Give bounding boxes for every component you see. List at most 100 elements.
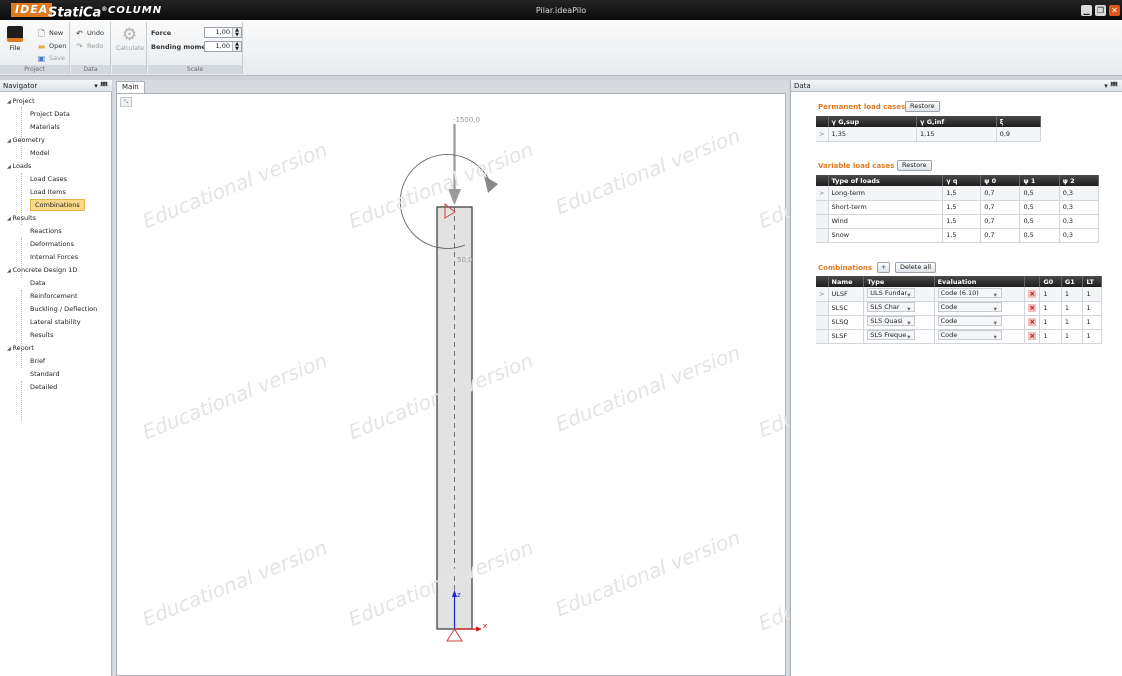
combination-name-cell[interactable]: SLSF	[828, 329, 865, 344]
combination-evaluation-select[interactable]: Code ▾	[937, 302, 1002, 312]
tree-item[interactable]: Standard	[30, 368, 60, 380]
row-selector[interactable]	[816, 329, 829, 344]
coefficient-cell[interactable]: 1	[1082, 301, 1102, 316]
table-row[interactable]: Short-term 1,5 0,7 0,5 0,3	[816, 200, 1100, 215]
table-cell[interactable]: Snow	[828, 228, 944, 243]
restore-variable-button[interactable]: Restore	[897, 160, 932, 171]
table-cell[interactable]: 0,7	[980, 214, 1021, 229]
coefficient-cell[interactable]: 1	[1039, 329, 1062, 344]
tree-item[interactable]: Materials	[30, 121, 60, 133]
tree-item[interactable]: Model	[30, 147, 50, 159]
coefficient-cell[interactable]: 1	[1039, 301, 1062, 316]
tree-group[interactable]: ◢ Loads	[7, 160, 31, 172]
row-selector[interactable]	[816, 214, 829, 229]
tree-group[interactable]: ◢ Geometry	[7, 134, 45, 146]
calculate-button[interactable]: ⚙ Calculate	[116, 25, 144, 52]
pin-icon[interactable]: ▾ ᚙ	[1104, 80, 1118, 92]
table-row[interactable]: SLSC SLS Char ▾ Code ▾ × 1 1 1	[816, 301, 1102, 316]
table-cell[interactable]: 0,9	[996, 127, 1042, 142]
table-cell[interactable]: Short-term	[828, 200, 944, 215]
table-cell[interactable]: 1,5	[942, 228, 982, 243]
save-button[interactable]: ▣ Save	[37, 53, 65, 63]
tree-item[interactable]: Reactions	[30, 225, 62, 237]
table-cell[interactable]: 1,5	[942, 214, 982, 229]
maximize-button[interactable]: ❐	[1095, 5, 1106, 16]
file-button[interactable]: File	[4, 24, 26, 60]
combination-type-select[interactable]: SLS Quasi ▾	[867, 316, 916, 326]
table-cell[interactable]: 1,5	[942, 200, 982, 215]
moment-scale-input[interactable]: 1,00 ▲ ▼	[204, 41, 242, 52]
table-cell[interactable]: 0,7	[980, 228, 1021, 243]
table-row[interactable]: > Long-term 1,5 0,7 0,5 0,3	[816, 186, 1100, 201]
tree-group[interactable]: ◢ Concrete Design 1D	[7, 264, 77, 276]
column-header[interactable]: Evaluation	[934, 276, 1026, 287]
delete-all-button[interactable]: Delete all	[895, 262, 937, 273]
column-header[interactable]: Type of loads	[828, 175, 944, 186]
table-cell[interactable]: 1,35	[828, 127, 918, 142]
column-header[interactable]: γ G,sup	[828, 116, 918, 127]
table-cell[interactable]: 0,5	[1019, 228, 1060, 243]
tree-item[interactable]: Deformations	[30, 238, 74, 250]
row-selector[interactable]: >	[816, 127, 829, 142]
restore-permanent-button[interactable]: Restore	[905, 101, 940, 112]
coefficient-cell[interactable]: 1	[1039, 287, 1062, 302]
table-cell[interactable]: 0,5	[1019, 214, 1060, 229]
redo-button[interactable]: ↷ Redo	[75, 41, 103, 51]
combination-type-select[interactable]: ULS Fundar▾	[867, 287, 916, 298]
column-header[interactable]: LT	[1082, 276, 1102, 287]
tree-item[interactable]: Combinations	[30, 199, 85, 211]
tree-item[interactable]: Data	[30, 277, 46, 289]
combination-type-select[interactable]: SLS Freque▾	[867, 330, 916, 340]
add-combination-button[interactable]: +	[877, 262, 891, 273]
spin-arrows-icon[interactable]: ▲ ▼	[232, 28, 241, 37]
row-selector[interactable]	[816, 301, 829, 316]
row-selector[interactable]	[816, 228, 829, 243]
tree-item[interactable]: Detailed	[30, 381, 57, 393]
pin-icon[interactable]: ▾ ᚙ	[94, 80, 108, 92]
table-row[interactable]: SLSQ SLS Quasi ▾ Code ▾ × 1 1 1	[816, 315, 1102, 330]
combination-name-cell[interactable]: SLSQ	[828, 315, 865, 330]
table-cell[interactable]: 0,3	[1059, 200, 1100, 215]
tree-item[interactable]: Brief	[30, 355, 45, 367]
combination-evaluation-select[interactable]: Code ▾	[937, 330, 1002, 340]
model-canvas[interactable]: ⤡ -1500,0 50,0 z x Educational version Ed…	[116, 93, 947, 676]
table-cell[interactable]: 1,15	[916, 127, 997, 142]
delete-row-icon[interactable]: ×	[1028, 318, 1037, 326]
table-cell[interactable]: 0,3	[1059, 186, 1100, 201]
row-selector[interactable]: >	[816, 186, 829, 201]
table-cell[interactable]: 0,5	[1019, 186, 1060, 201]
table-cell[interactable]: 0,7	[980, 186, 1021, 201]
table-row[interactable]: > ULSF ULS Fundar▾ Code (6.10) ▾ × 1 1 1	[816, 287, 1102, 302]
coefficient-cell[interactable]: 1	[1082, 329, 1102, 344]
column-header[interactable]: γ G,inf	[916, 116, 997, 127]
row-selector[interactable]: >	[816, 287, 829, 302]
column-header[interactable]: Name	[828, 276, 865, 287]
coefficient-cell[interactable]: 1	[1061, 287, 1084, 302]
table-cell[interactable]: Wind	[828, 214, 944, 229]
combination-type-select[interactable]: SLS Char ▾	[867, 302, 916, 312]
combination-evaluation-select[interactable]: Code ▾	[937, 316, 1002, 326]
table-cell[interactable]: 0,3	[1059, 214, 1100, 229]
tree-item[interactable]: Lateral stability	[30, 316, 81, 328]
tree-item[interactable]: Reinforcement	[30, 290, 78, 302]
combination-evaluation-select[interactable]: Code (6.10) ▾	[937, 287, 1002, 298]
force-scale-input[interactable]: 1,00 ▲ ▼	[204, 27, 242, 38]
tree-item[interactable]: Load Items	[30, 186, 66, 198]
coefficient-cell[interactable]: 1	[1082, 287, 1102, 302]
coefficient-cell[interactable]: 1	[1039, 315, 1062, 330]
spin-arrows-icon[interactable]: ▲ ▼	[232, 42, 241, 51]
tree-group[interactable]: ◢ Project	[7, 95, 35, 107]
table-row[interactable]: SLSF SLS Freque▾ Code ▾ × 1 1 1	[816, 329, 1102, 344]
column-header[interactable]: G0	[1039, 276, 1062, 287]
table-row[interactable]: Snow 1,5 0,7 0,5 0,3	[816, 228, 1100, 243]
table-cell[interactable]: 0,3	[1059, 228, 1100, 243]
tree-item[interactable]: Buckling / Deflection	[30, 303, 97, 315]
coefficient-cell[interactable]: 1	[1061, 329, 1084, 344]
row-selector[interactable]	[816, 200, 829, 215]
column-header[interactable]: ψ 0	[980, 175, 1021, 186]
open-button[interactable]: ▬ Open	[37, 41, 67, 51]
delete-row-icon[interactable]: ×	[1028, 304, 1037, 312]
tree-item[interactable]: Internal Forces	[30, 251, 78, 263]
coefficient-cell[interactable]: 1	[1082, 315, 1102, 330]
column-header[interactable]: Type	[863, 276, 935, 287]
